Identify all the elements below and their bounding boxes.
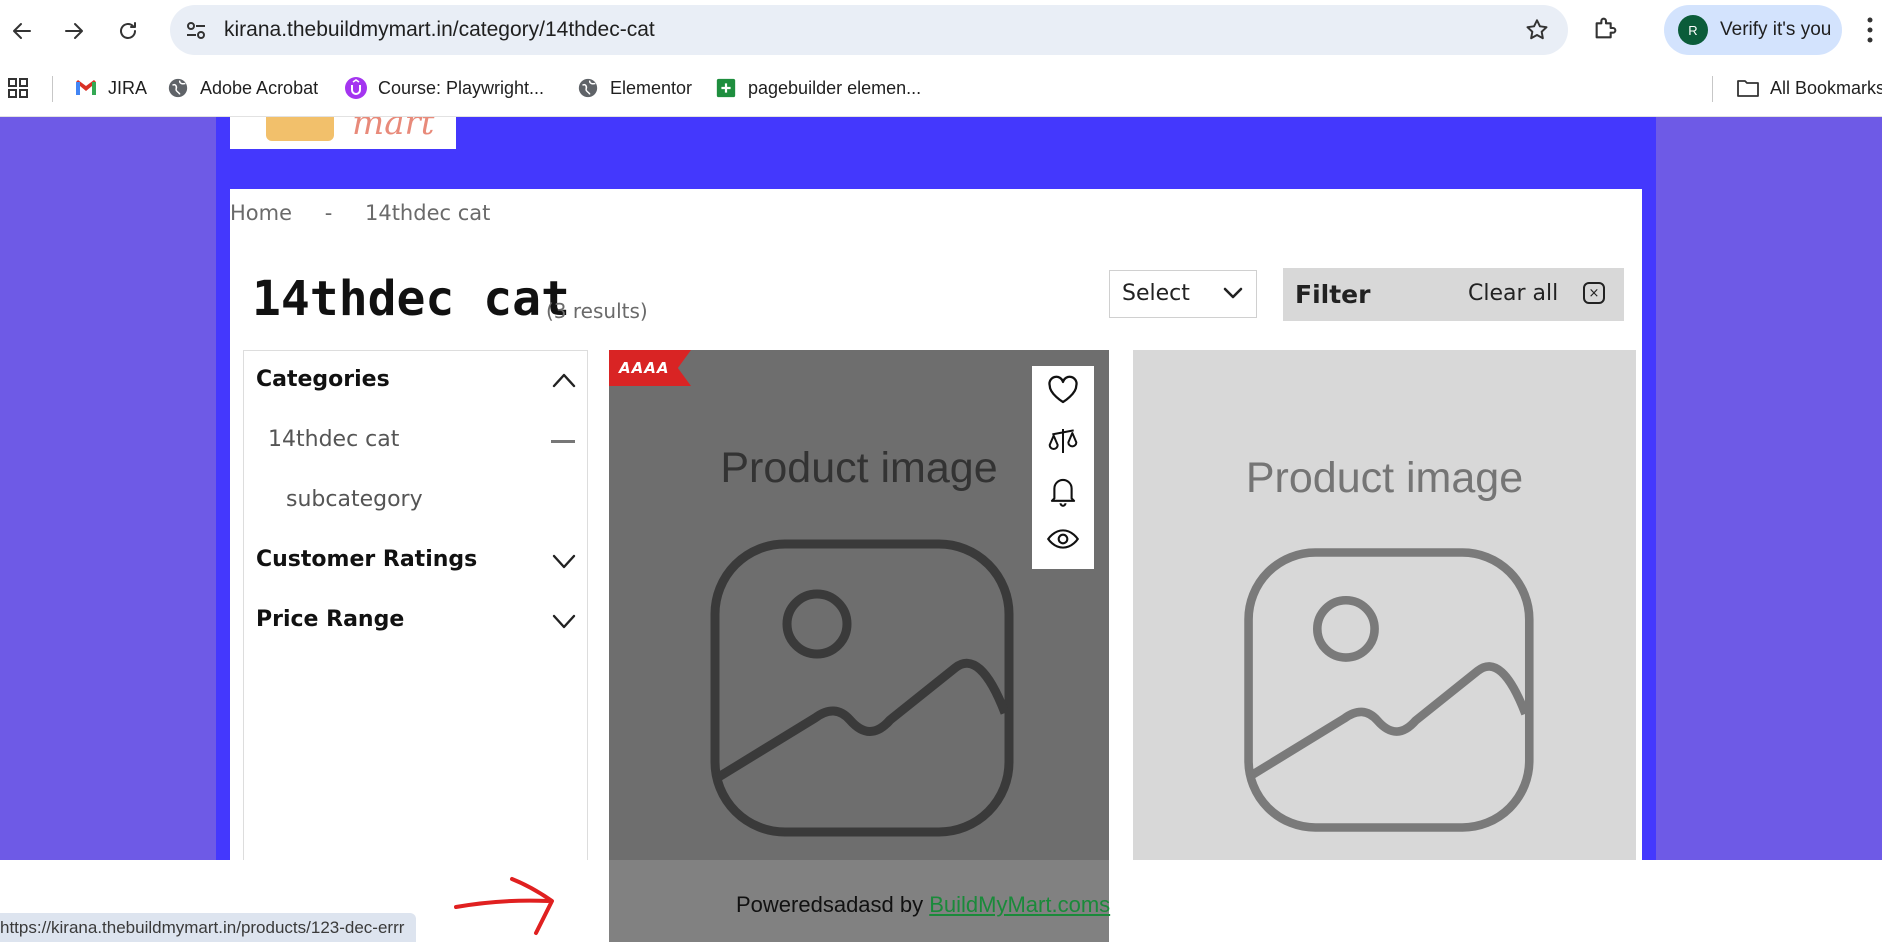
more-menu-icon[interactable] xyxy=(1866,16,1874,48)
chevron-down-icon[interactable] xyxy=(551,553,577,575)
status-bar-url: https://kirana.thebuildmymart.in/product… xyxy=(0,913,417,942)
price-range-heading[interactable]: Price Range xyxy=(256,607,404,632)
category-content: Home - 14thdec cat 14thdec cat (3 result… xyxy=(230,189,1642,860)
results-count: (3 results) xyxy=(546,299,648,323)
profile-button[interactable]: R Verify it's you xyxy=(1664,5,1842,55)
collapse-minus-icon[interactable] xyxy=(551,440,575,443)
bookmarks-bar: JIRA Adobe Acrobat Course: Playwright...… xyxy=(0,62,1882,117)
eye-icon[interactable] xyxy=(1046,522,1080,556)
bookmark-pagebuilder[interactable]: pagebuilder elemen... xyxy=(714,74,921,102)
breadcrumb-home[interactable]: Home xyxy=(230,201,292,225)
compare-scale-icon[interactable] xyxy=(1046,424,1080,458)
product-image-label: Product image xyxy=(1245,454,1524,502)
bookmark-label: Adobe Acrobat xyxy=(200,77,319,98)
folder-icon xyxy=(1736,76,1760,100)
udemy-icon xyxy=(344,76,368,100)
back-icon[interactable] xyxy=(4,13,40,49)
product-actions xyxy=(1032,366,1094,569)
bookmark-adobe-acrobat[interactable]: Adobe Acrobat xyxy=(166,74,318,102)
subcategory-item[interactable]: subcategory xyxy=(286,487,423,512)
address-url[interactable]: kirana.thebuildmymart.in/category/14thde… xyxy=(224,18,655,42)
browser-toolbar: kirana.thebuildmymart.in/category/14thde… xyxy=(0,0,1882,62)
bell-icon[interactable] xyxy=(1046,474,1080,508)
chevron-down-icon[interactable] xyxy=(551,613,577,635)
powered-by-text: Poweredsadasd by xyxy=(736,892,930,917)
close-icon[interactable]: × xyxy=(1583,282,1605,304)
page-viewport: mart Home - 14thdec cat 14thdec cat (3 r… xyxy=(0,117,1882,860)
breadcrumb-separator: - xyxy=(324,201,333,225)
filter-bar: Filter Clear all × xyxy=(1283,268,1624,321)
all-bookmarks[interactable]: All Bookmarks xyxy=(1736,74,1882,102)
forward-icon[interactable] xyxy=(56,13,92,49)
bookmarks-divider xyxy=(52,76,53,102)
page-title: 14thdec cat xyxy=(252,271,570,327)
chevron-down-icon xyxy=(1222,285,1244,305)
heart-icon[interactable] xyxy=(1046,373,1080,407)
bookmark-label: All Bookmarks xyxy=(1770,77,1882,98)
bookmark-elementor[interactable]: Elementor xyxy=(576,74,692,102)
sort-select-value: Select xyxy=(1122,281,1190,306)
gmail-icon xyxy=(74,76,98,100)
bookmark-jira[interactable]: JIRA xyxy=(74,74,147,102)
site-logo[interactable]: mart xyxy=(230,117,456,149)
filter-sidebar: Categories 14thdec cat subcategory Custo… xyxy=(243,350,588,860)
logo-text: mart xyxy=(352,117,435,143)
avatar: R xyxy=(1680,17,1706,43)
bookmark-label: JIRA xyxy=(108,77,148,98)
chevron-up-icon[interactable] xyxy=(551,371,577,393)
site-settings-icon[interactable] xyxy=(184,18,208,42)
sort-select[interactable]: Select xyxy=(1109,270,1257,318)
badge-label: AAAA xyxy=(619,359,670,377)
profile-label: Verify it's you xyxy=(1720,19,1832,40)
sheets-icon xyxy=(714,76,738,100)
reload-icon[interactable] xyxy=(110,13,146,49)
red-arrow-annotation xyxy=(454,877,554,935)
bookmark-course-playwright[interactable]: Course: Playwright... xyxy=(344,74,544,102)
product-badge: AAAA xyxy=(609,350,691,386)
powered-by-link[interactable]: BuildMyMart.coms xyxy=(929,892,1110,917)
image-placeholder-icon xyxy=(1244,548,1534,832)
bookmark-label: pagebuilder elemen... xyxy=(748,77,922,98)
globe-icon xyxy=(576,76,600,100)
extensions-icon[interactable] xyxy=(1592,14,1620,46)
apps-grid-icon[interactable] xyxy=(6,74,30,102)
bookmarks-divider xyxy=(1712,76,1713,102)
product-card[interactable]: Product image AAAA xyxy=(609,350,1109,860)
customer-ratings-heading[interactable]: Customer Ratings xyxy=(256,547,477,572)
product-card[interactable]: Product image xyxy=(1133,350,1636,860)
globe-icon xyxy=(166,76,190,100)
bookmark-star-icon[interactable] xyxy=(1524,17,1550,47)
bookmark-label: Elementor xyxy=(610,77,693,98)
address-bar[interactable]: kirana.thebuildmymart.in/category/14thde… xyxy=(170,5,1568,55)
bookmark-label: Course: Playwright... xyxy=(378,77,545,98)
filter-label: Filter xyxy=(1295,280,1371,309)
categories-heading[interactable]: Categories xyxy=(256,367,390,392)
breadcrumb: Home - 14thdec cat xyxy=(230,201,516,225)
powered-by: Poweredsadasd by BuildMyMart.coms xyxy=(736,892,1110,918)
image-placeholder-icon xyxy=(710,539,1014,837)
breadcrumb-current: 14thdec cat xyxy=(364,201,491,225)
clear-all-button[interactable]: Clear all xyxy=(1468,281,1558,306)
category-item[interactable]: 14thdec cat xyxy=(268,427,399,452)
logo-bag-icon xyxy=(266,117,334,141)
